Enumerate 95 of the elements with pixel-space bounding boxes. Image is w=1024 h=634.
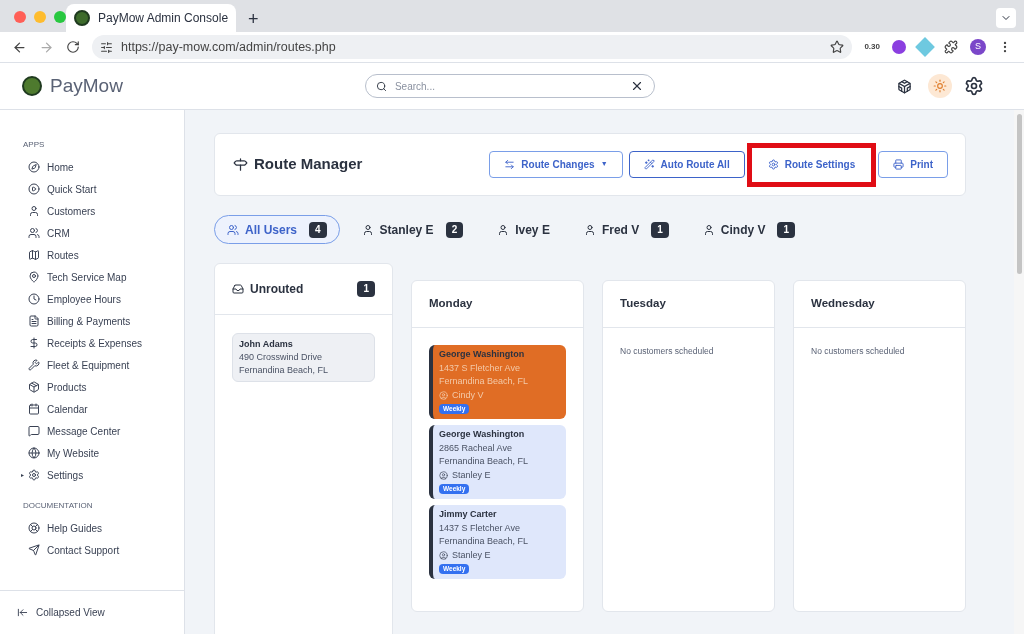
collapse-icon xyxy=(17,607,28,618)
sidebar-icon xyxy=(28,447,40,459)
sidebar-item[interactable]: Fleet & Equipment xyxy=(23,354,184,376)
collapse-button[interactable]: Collapsed View xyxy=(0,590,184,634)
sidebar-icon xyxy=(28,359,40,371)
tab-title: PayMow Admin Console xyxy=(98,10,229,27)
signpost-icon xyxy=(233,157,248,172)
sidebar-item[interactable]: Contact Support xyxy=(23,539,184,561)
count-badge: 4 xyxy=(309,221,327,238)
user-tab[interactable]: Fred V 1 xyxy=(571,215,681,244)
sidebar-icon xyxy=(28,381,40,393)
sidebar-icon xyxy=(28,425,40,437)
person-icon xyxy=(439,470,448,480)
sidebar-item[interactable]: Employee Hours xyxy=(23,288,184,310)
empty-message: No customers scheduled xyxy=(619,345,715,358)
sidebar-icon xyxy=(28,337,40,349)
sidebar-item[interactable]: Routes xyxy=(23,244,184,266)
button-icon xyxy=(767,159,779,170)
empty-message: No customers scheduled xyxy=(810,345,906,358)
site-logo-icon xyxy=(74,10,90,26)
sidebar-icon xyxy=(28,249,40,261)
customer-card[interactable]: John Adams 490 Crosswind Drive Fernandina Beach, FL xyxy=(232,333,375,382)
toolbar-button[interactable]: Print xyxy=(878,151,948,178)
browser-tab[interactable]: PayMow Admin Console xyxy=(66,4,236,32)
bookmark-icon[interactable] xyxy=(830,40,845,54)
settings-icon[interactable] xyxy=(964,76,984,96)
day-title: Wednesday xyxy=(811,296,875,312)
extension-icon[interactable] xyxy=(892,40,906,54)
section-heading: APPS xyxy=(23,139,46,151)
user-icon xyxy=(361,223,374,236)
sidebar-icon xyxy=(28,227,40,239)
count-badge: 2 xyxy=(445,221,464,238)
day-title: Monday xyxy=(429,296,473,312)
sidebar-item[interactable]: Customers xyxy=(23,200,184,222)
sidebar-icon xyxy=(28,271,40,283)
cube-icon[interactable] xyxy=(897,78,912,94)
profile-avatar[interactable]: S xyxy=(970,39,986,55)
sidebar-item[interactable]: Message Center xyxy=(23,420,184,442)
address-bar[interactable]: https://pay-mow.com/admin/routes.php xyxy=(92,35,853,59)
brand-name: PayMow xyxy=(50,73,123,98)
count-badge: 1 xyxy=(357,281,375,297)
sidebar-icon xyxy=(28,522,40,534)
sidebar-item[interactable]: Receipts & Expenses xyxy=(23,332,184,354)
sidebar-item[interactable]: Home xyxy=(23,156,184,178)
users-icon xyxy=(227,223,239,236)
search-icon xyxy=(375,80,387,92)
site-settings-icon[interactable] xyxy=(100,40,113,54)
sidebar-item[interactable]: Quick Start xyxy=(23,178,184,200)
sidebar-item[interactable]: Billing & Payments xyxy=(23,310,184,332)
day-title: Tuesday xyxy=(620,296,666,312)
sidebar-item[interactable]: Calendar xyxy=(23,398,184,420)
user-icon xyxy=(497,223,510,236)
sun-icon xyxy=(933,79,947,93)
sidebar-icon xyxy=(28,161,40,173)
section-heading: DOCUMENTATION xyxy=(23,500,94,512)
sidebar-item[interactable]: Products xyxy=(23,376,184,398)
user-tab[interactable]: All Users 4 xyxy=(214,215,340,244)
user-icon xyxy=(583,223,596,236)
sidebar-icon xyxy=(28,315,40,327)
user-tab[interactable]: Stanley E 2 xyxy=(349,215,476,244)
scrollbar-thumb[interactable] xyxy=(1016,114,1022,274)
user-tab[interactable]: Ivey E xyxy=(485,215,562,244)
person-icon xyxy=(439,390,448,400)
toolbar-button[interactable]: Auto Route All xyxy=(628,151,745,178)
sidebar-icon xyxy=(28,183,40,195)
user-tab[interactable]: Cindy V 1 xyxy=(690,215,808,244)
person-icon xyxy=(439,550,448,560)
extensions-icon[interactable] xyxy=(944,40,958,54)
theme-toggle[interactable] xyxy=(928,74,952,98)
back-icon[interactable] xyxy=(12,39,27,55)
sidebar-icon xyxy=(28,205,40,217)
search-input[interactable]: Search... xyxy=(394,78,622,94)
url-text: https://pay-mow.com/admin/routes.php xyxy=(121,38,337,56)
inbox-icon xyxy=(232,283,244,295)
page-title: Route Manager xyxy=(254,154,363,175)
sidebar-icon xyxy=(28,469,40,481)
sidebar-item[interactable]: My Website xyxy=(23,442,184,464)
sidebar-item[interactable]: Tech Service Map xyxy=(23,266,184,288)
button-icon xyxy=(504,159,516,170)
sidebar-item[interactable]: CRM xyxy=(23,222,184,244)
sidebar-icon xyxy=(28,544,40,556)
zoom-badge[interactable]: 0.30 xyxy=(864,41,880,53)
button-icon xyxy=(893,159,905,170)
sidebar-icon xyxy=(28,403,40,415)
panel-title: Unrouted xyxy=(250,281,305,298)
reload-icon[interactable] xyxy=(66,40,80,54)
button-icon xyxy=(643,159,655,170)
new-tab-button[interactable]: + xyxy=(248,10,259,28)
count-badge: 1 xyxy=(651,221,669,238)
user-icon xyxy=(702,223,715,236)
sidebar-icon xyxy=(28,293,40,305)
toolbar-button[interactable]: Route Settings xyxy=(746,142,877,187)
sidebar-item[interactable]: Help Guides xyxy=(23,517,184,539)
brand-logo-icon xyxy=(22,76,42,96)
count-badge: 1 xyxy=(777,221,796,238)
